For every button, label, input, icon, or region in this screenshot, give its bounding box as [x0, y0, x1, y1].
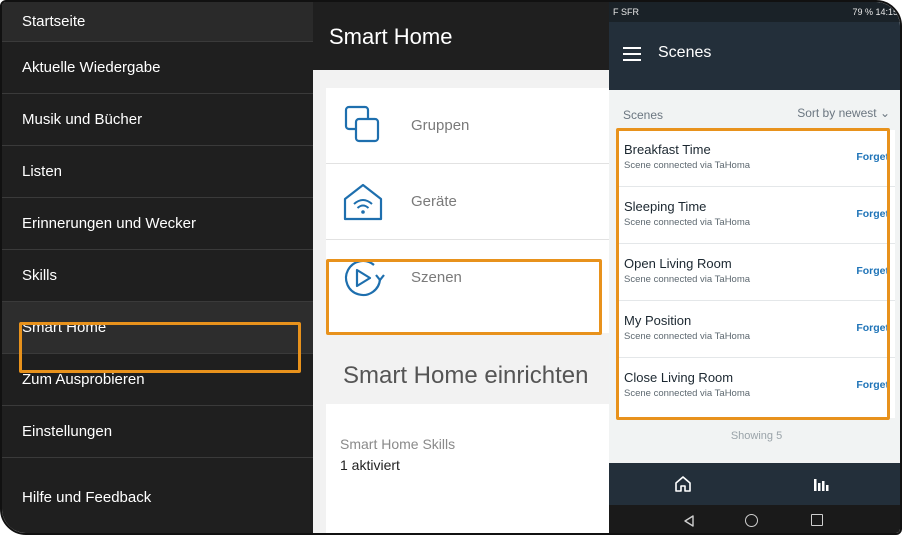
carrier-text: F SFR	[613, 7, 639, 17]
system-nav-bar	[609, 505, 900, 533]
row-label: Gruppen	[411, 117, 470, 134]
skills-count: 1 aktiviert	[340, 457, 400, 473]
screenshot-frame: Startseite Aktuelle Wiedergabe Musik und…	[0, 0, 902, 535]
sidebar-item-label: Zum Ausprobieren	[22, 371, 145, 388]
section-title: Smart Home einrichten	[343, 362, 589, 389]
sidebar-item-label: Startseite	[22, 13, 86, 30]
sort-label: Sort by newest	[797, 106, 877, 120]
sidebar-menu: Startseite Aktuelle Wiedergabe Musik und…	[2, 2, 313, 533]
list-title: Scenes	[623, 108, 664, 122]
bottom-nav	[609, 463, 900, 505]
recent-apps-icon[interactable]	[811, 514, 823, 526]
sidebar-item-musik-und-buecher[interactable]: Musik und Bücher	[2, 94, 313, 146]
status-bar: F SFR 79 % 14:15	[609, 2, 900, 22]
home-circle-icon[interactable]	[745, 514, 758, 527]
equalizer-icon[interactable]	[814, 477, 830, 491]
skills-card[interactable]: Smart Home Skills 1 aktiviert	[326, 404, 609, 533]
sort-dropdown[interactable]: Sort by newest ⌄	[797, 106, 890, 120]
sidebar-item-label: Musik und Bücher	[22, 111, 143, 128]
skills-label: Smart Home Skills	[340, 436, 456, 452]
panel-header: Smart Home	[313, 2, 609, 70]
row-gruppen[interactable]: Gruppen	[326, 88, 609, 164]
sidebar-item-erinnerungen-und-wecker[interactable]: Erinnerungen und Wecker	[2, 198, 313, 250]
chevron-down-icon: ⌄	[879, 106, 890, 120]
highlight-box-scene-list	[616, 128, 890, 420]
home-icon[interactable]	[673, 474, 693, 494]
page-title: Smart Home	[329, 24, 453, 49]
sidebar-item-label: Hilfe und Feedback	[22, 489, 152, 506]
sidebar-item-label: Aktuelle Wiedergabe	[22, 59, 161, 76]
back-icon[interactable]	[683, 515, 695, 527]
highlight-box-szenen	[326, 259, 602, 335]
app-bar: Scenes	[609, 22, 900, 90]
sidebar-item-einstellungen[interactable]: Einstellungen	[2, 406, 313, 458]
devices-icon	[343, 183, 383, 221]
highlight-box-smart-home	[19, 322, 301, 373]
sidebar-item-label: Einstellungen	[22, 423, 113, 440]
sidebar-item-skills[interactable]: Skills	[2, 250, 313, 302]
sidebar-item-label: Skills	[22, 267, 58, 284]
sidebar-item-label: Listen	[22, 163, 63, 180]
showing-count: Showing 5	[730, 430, 783, 442]
row-label: Geräte	[411, 193, 457, 210]
battery-time-text: 79 % 14:15	[852, 7, 898, 17]
sidebar-item-label: Erinnerungen und Wecker	[22, 215, 196, 232]
hamburger-menu-icon[interactable]	[623, 47, 641, 61]
app-title: Scenes	[658, 44, 712, 61]
sidebar-item-startseite[interactable]: Startseite	[2, 2, 313, 42]
sidebar-item-listen[interactable]: Listen	[2, 146, 313, 198]
sidebar-item-aktuelle-wiedergabe[interactable]: Aktuelle Wiedergabe	[2, 42, 313, 94]
groups-icon	[344, 105, 380, 143]
sidebar-item-hilfe-und-feedback[interactable]: Hilfe und Feedback	[2, 458, 313, 533]
row-geraete[interactable]: Geräte	[326, 164, 609, 240]
